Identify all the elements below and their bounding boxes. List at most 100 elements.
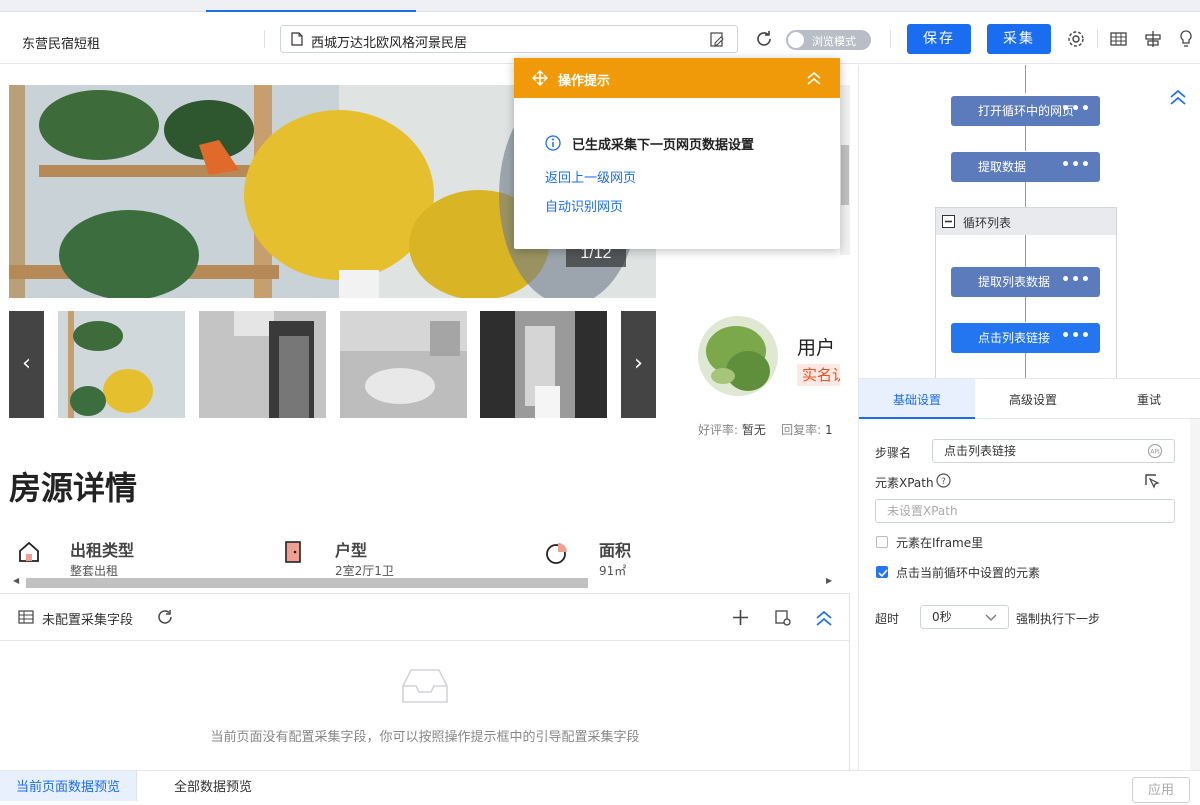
verified-badge: 实名认证 xyxy=(797,364,840,386)
loop-list-label: 循环列表 xyxy=(963,216,1012,230)
check-icon xyxy=(878,569,888,578)
add-field-icon[interactable] xyxy=(732,609,749,626)
reply-label: 回复率: xyxy=(781,423,822,437)
refresh-icon[interactable] xyxy=(754,29,774,49)
force-next-label: 强制执行下一步 xyxy=(1016,612,1101,626)
svg-text:API: API xyxy=(1150,449,1160,456)
xpath-input[interactable]: 未设置XPath xyxy=(875,499,1175,523)
help-icon[interactable]: ? xyxy=(936,473,951,488)
thumbnail-1[interactable] xyxy=(58,311,185,418)
feature-label: 出租类型 xyxy=(70,541,135,560)
thumb-prev-button[interactable]: ‹ xyxy=(9,311,44,418)
apply-button[interactable]: 应用 xyxy=(1132,777,1190,803)
scroll-left-icon[interactable]: ◀ xyxy=(13,576,19,585)
loop-element-label: 点击当前循环中设置的元素 xyxy=(896,566,1041,580)
element-picker-icon[interactable] xyxy=(1144,473,1160,489)
thumbnail-2[interactable] xyxy=(199,311,326,418)
reply-value: 1 xyxy=(825,423,833,437)
step-label: 打开循环中的网页 xyxy=(978,104,1075,118)
step-click-list-link[interactable]: 点击列表链接 ••• xyxy=(951,323,1100,353)
bottom-tab-bar: 当前页面数据预览 全部数据预览 应用 xyxy=(0,770,1200,803)
rating-value: 暂无 xyxy=(741,423,766,437)
connector-line xyxy=(1025,353,1026,378)
host-avatar[interactable] xyxy=(698,316,778,396)
connector-line xyxy=(1025,182,1026,207)
timeout-value: 0秒 xyxy=(932,610,952,624)
svg-text:?: ? xyxy=(941,477,946,487)
refresh-icon[interactable] xyxy=(157,609,174,626)
connector-line xyxy=(1025,65,1026,93)
step-extract-data[interactable]: 提取数据 ••• xyxy=(951,152,1100,182)
iframe-checkbox[interactable] xyxy=(876,536,888,548)
connector-line xyxy=(1025,297,1026,322)
popup-message: 已生成采集下一页网页数据设置 xyxy=(572,138,755,153)
fields-panel: 未配置采集字段 当前页面没有配置采集字段，你可以按照操作提示框中的引导配置采集字… xyxy=(0,593,850,770)
loop-element-checkbox[interactable] xyxy=(876,566,888,578)
toggle-knob xyxy=(788,32,804,48)
browse-mode-toggle[interactable]: 浏览模式 xyxy=(786,30,871,50)
auto-detect-link[interactable]: 自动识别网页 xyxy=(545,196,623,215)
area-icon xyxy=(546,543,567,564)
move-icon[interactable] xyxy=(532,70,548,86)
url-field[interactable]: 西城万达北欧风格河景民居 xyxy=(280,25,738,53)
collapse-icon[interactable] xyxy=(806,70,822,86)
house-icon xyxy=(19,541,39,562)
page-tab-title[interactable]: 东营民宿短租 xyxy=(22,33,100,52)
horizontal-scrollbar[interactable]: ◀ ▶ xyxy=(10,576,838,589)
workflow-panel: 打开循环中的网页 ••• 提取数据 ••• 循环列表 提取列表数据 ••• 点击列表链… xyxy=(858,65,1200,382)
step-open-loop-page[interactable]: 打开循环中的网页 ••• xyxy=(951,96,1100,126)
scrollbar-thumb[interactable] xyxy=(841,145,849,205)
lightbulb-icon[interactable] xyxy=(1176,29,1196,49)
scroll-right-icon[interactable]: ▶ xyxy=(826,576,832,585)
more-icon[interactable]: ••• xyxy=(1061,265,1091,295)
minus-icon[interactable] xyxy=(942,215,955,228)
tab-retry[interactable]: 重试 xyxy=(1091,379,1200,419)
tab-basic-settings[interactable]: 基础设置 xyxy=(859,379,975,419)
vertical-scrollbar[interactable] xyxy=(840,85,850,255)
layout-icon[interactable] xyxy=(1143,29,1163,49)
settings-scrollbar[interactable] xyxy=(1190,419,1200,770)
step-name-label: 步骤名 xyxy=(875,446,912,460)
step-label: 提取列表数据 xyxy=(978,275,1051,289)
iframe-label: 元素在Iframe里 xyxy=(896,536,984,550)
api-icon[interactable]: API xyxy=(1147,443,1163,459)
popup-title: 操作提示 xyxy=(558,74,611,89)
browse-mode-label: 浏览模式 xyxy=(812,35,856,48)
table-icon[interactable] xyxy=(1109,29,1129,49)
edit-url-icon[interactable] xyxy=(709,32,725,48)
tab-current-page-preview[interactable]: 当前页面数据预览 xyxy=(0,771,138,801)
step-name-input[interactable]: 点击列表链接 API xyxy=(932,439,1175,463)
more-icon[interactable]: ••• xyxy=(1061,321,1091,351)
popup-header[interactable]: 操作提示 xyxy=(514,58,840,98)
fields-panel-header: 未配置采集字段 xyxy=(0,594,850,641)
field-settings-icon[interactable] xyxy=(774,609,792,627)
settings-tabs: 基础设置 高级设置 重试 xyxy=(859,378,1200,419)
collect-button[interactable]: 采集 xyxy=(987,24,1051,54)
connector-line xyxy=(1025,235,1026,267)
tab-all-data-preview[interactable]: 全部数据预览 xyxy=(158,771,268,801)
section-title: 房源详情 xyxy=(9,469,138,507)
info-icon xyxy=(545,135,561,151)
more-icon[interactable]: ••• xyxy=(1061,150,1091,180)
step-extract-list-data[interactable]: 提取列表数据 ••• xyxy=(951,267,1100,297)
thumbnail-4[interactable] xyxy=(480,311,607,418)
gear-icon[interactable] xyxy=(1066,29,1086,49)
back-to-parent-link[interactable]: 返回上一级网页 xyxy=(545,167,636,186)
save-button[interactable]: 保存 xyxy=(907,24,971,54)
host-name[interactable]: 用户 xyxy=(797,333,835,360)
fields-panel-title: 未配置采集字段 xyxy=(42,613,134,628)
collapse-icon[interactable] xyxy=(1169,89,1187,105)
loop-list-header[interactable]: 循环列表 xyxy=(936,208,1116,235)
more-icon[interactable]: ••• xyxy=(1061,94,1091,124)
empty-inbox-icon xyxy=(402,669,448,703)
divider xyxy=(1097,30,1098,48)
timeout-select[interactable]: 0秒 xyxy=(920,605,1009,629)
thumbnail-3[interactable] xyxy=(340,311,467,418)
tab-advanced-settings[interactable]: 高级设置 xyxy=(975,379,1091,419)
step-label: 点击列表链接 xyxy=(978,331,1051,345)
scrollbar-thumb[interactable] xyxy=(26,578,588,588)
feature-label: 面积 xyxy=(599,541,632,560)
url-text: 西城万达北欧风格河景民居 xyxy=(311,36,468,51)
thumb-next-button[interactable]: › xyxy=(621,311,656,418)
collapse-icon[interactable] xyxy=(815,609,833,627)
